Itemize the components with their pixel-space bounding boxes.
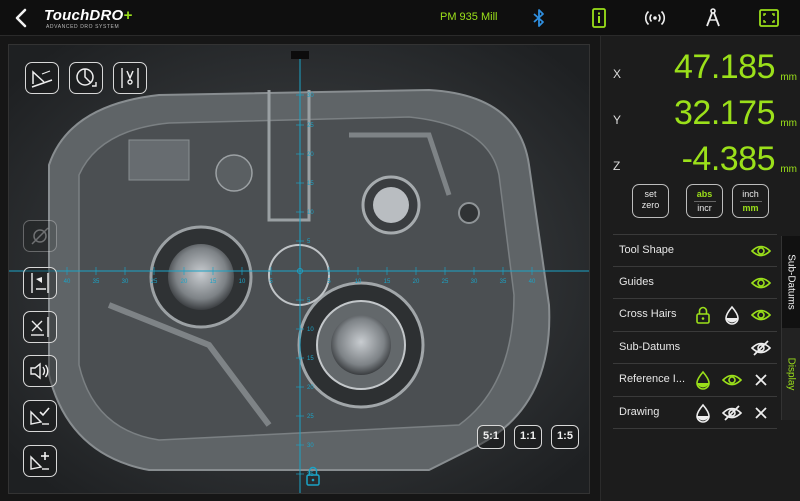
machine-name[interactable]: PM 935 Mill [440,11,497,23]
eye-off-icon[interactable] [722,403,742,423]
svg-text:30: 30 [307,443,314,449]
disabled-tool-button [23,220,57,252]
svg-text:25: 25 [307,414,314,420]
svg-text:10: 10 [239,279,246,285]
display-option-reference-image: Reference I... [613,364,777,397]
rotate-tool-button[interactable] [69,62,103,94]
axis-unit: mm [780,118,797,129]
svg-text:10: 10 [355,279,362,285]
svg-text:15: 15 [307,181,314,187]
axis-value: 47.185 [674,48,776,86]
fullscreen-icon[interactable] [758,7,780,29]
sound-button[interactable] [23,355,57,387]
svg-text:40: 40 [64,279,71,285]
svg-text:20: 20 [307,152,314,158]
axis-x-row[interactable]: X 47.185 mm [601,48,800,94]
add-offset-button[interactable] [23,445,57,477]
rotate-axis-button[interactable] [23,311,57,343]
svg-text:10: 10 [307,210,314,216]
zero-point-button[interactable] [23,267,57,299]
back-arrow-icon[interactable] [10,6,32,30]
svg-text:25: 25 [307,123,314,129]
svg-text:35: 35 [500,279,507,285]
display-option-cross-hairs: Cross Hairs [613,299,777,332]
svg-text:35: 35 [93,279,100,285]
opacity-icon[interactable] [722,305,742,325]
rotate-axis-icon [31,317,49,337]
display-option-sub-datums: Sub-Datums [613,332,777,364]
eye-icon[interactable] [751,305,771,325]
bluetooth-icon[interactable] [528,7,550,29]
check-offset-button[interactable] [23,400,57,432]
set-zero-button[interactable]: set zero [632,184,669,218]
svg-text:30: 30 [471,279,478,285]
edge-finder-icon [121,68,139,88]
edge-finder-button[interactable] [113,62,147,94]
axis-unit: mm [780,164,797,175]
axis-value: 32.175 [674,94,776,132]
abs-incr-toggle[interactable]: abs incr [686,184,723,218]
svg-text:25: 25 [151,279,158,285]
svg-text:20: 20 [413,279,420,285]
inch-mm-toggle[interactable]: inch mm [732,184,769,218]
probe-tool-button[interactable] [25,62,59,94]
compass-icon[interactable] [702,7,724,29]
axis-z-row[interactable]: Z -4.385 mm [601,140,800,186]
display-option-guides: Guides [613,267,777,299]
check-offset-icon [30,407,50,425]
axis-unit: mm [780,72,797,83]
opacity-icon[interactable] [693,403,713,423]
axis-y-row[interactable]: Y 32.175 mm [601,94,800,140]
svg-text:20: 20 [181,279,188,285]
probe-tool-icon [31,70,53,88]
display-option-tool-shape: Tool Shape [613,234,777,267]
top-bar: TouchDRO+ ADVANCED DRO SYSTEM PM 935 Mil… [0,0,800,36]
opacity-icon[interactable] [693,370,713,390]
info-icon[interactable] [588,7,610,29]
axis-value: -4.385 [681,140,776,178]
axis-label: Y [613,113,622,127]
axis-label: X [613,67,622,81]
zoom-5-1-button[interactable]: 5:1 [477,425,505,449]
svg-text:15: 15 [384,279,391,285]
display-options-list: Tool Shape Guides Cross Hairs Sub-Datums… [613,234,777,429]
zero-point-icon [31,273,49,293]
axis-label: Z [613,159,621,173]
app-logo-subtitle: ADVANCED DRO SYSTEM [46,24,120,30]
disabled-tool-icon [31,227,49,245]
close-icon[interactable] [751,370,771,390]
tab-display[interactable]: Display [781,328,800,420]
camera-view[interactable]: 40 35 30 25 20 15 10 5 5 10 15 20 25 30 … [8,44,590,494]
eye-icon[interactable] [722,370,742,390]
eye-off-icon[interactable] [751,338,771,358]
svg-text:20: 20 [307,385,314,391]
svg-text:30: 30 [122,279,129,285]
rotate-tool-icon [76,68,97,87]
svg-text:10: 10 [307,327,314,333]
svg-text:15: 15 [307,356,314,362]
tab-sub-datums[interactable]: Sub-Datums [781,236,800,328]
eye-icon[interactable] [751,273,771,293]
zoom-1-1-button[interactable]: 1:1 [514,425,542,449]
zoom-1-5-button[interactable]: 1:5 [551,425,579,449]
eye-icon[interactable] [751,241,771,261]
svg-text:15: 15 [210,279,217,285]
broadcast-icon[interactable] [644,7,666,29]
dro-panel: X 47.185 mm Y 32.175 mm Z -4.385 mm set … [600,36,800,501]
svg-text:30: 30 [307,93,314,99]
svg-text:25: 25 [442,279,449,285]
add-offset-icon [30,452,49,470]
display-option-drawing: Drawing [613,397,777,429]
top-marker [291,51,309,59]
lock-icon[interactable] [693,305,713,325]
sound-icon [30,362,49,380]
svg-text:40: 40 [529,279,536,285]
app-logo: TouchDRO+ [44,7,133,24]
close-icon[interactable] [751,403,771,423]
